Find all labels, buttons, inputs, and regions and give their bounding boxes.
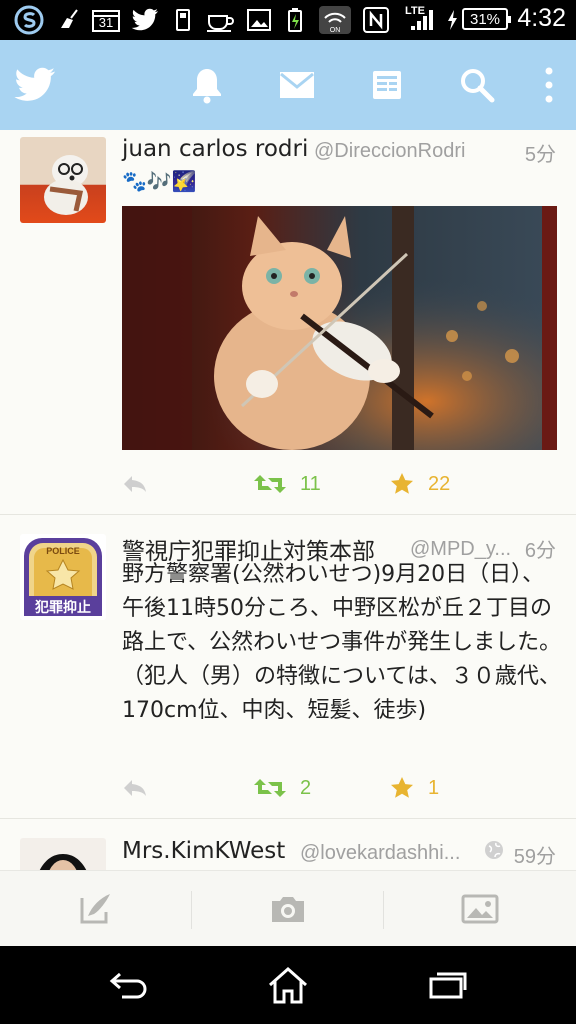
svg-text:ON: ON [330, 27, 341, 34]
compose-icon [80, 894, 110, 924]
s-app-icon [12, 5, 46, 35]
retweet-count: 2 [300, 776, 312, 799]
calendar-icon: 31 [90, 6, 122, 34]
badge-police-text: POLICE [46, 546, 80, 556]
back-button[interactable] [94, 960, 164, 1010]
tweet[interactable]: juan carlos rodri @DireccionRodri 5分 🐾🎶🌠 [0, 130, 576, 515]
home-button[interactable] [253, 960, 323, 1010]
gallery-notification-icon [246, 6, 272, 34]
twitter-bird-icon[interactable] [12, 62, 58, 108]
favorite-button[interactable]: 22 [390, 464, 450, 504]
charging-bolt-icon [444, 6, 460, 34]
camera-button[interactable] [258, 885, 318, 933]
favorite-count: 22 [428, 472, 451, 495]
clock: 4:32 [517, 4, 566, 32]
author-handle[interactable]: @lovekardashhi... [300, 842, 460, 865]
image-icon [461, 894, 499, 924]
retweet-icon [254, 475, 286, 493]
overflow-menu-icon[interactable] [526, 62, 572, 108]
cleaner-icon [56, 6, 82, 34]
recents-icon [429, 972, 467, 999]
retweet-count: 11 [300, 472, 321, 495]
app-bar [0, 40, 576, 130]
reply-icon [124, 476, 146, 492]
author-name[interactable]: Mrs.KimKWest [122, 838, 285, 864]
back-icon [109, 972, 147, 999]
system-nav-bar [0, 946, 576, 1024]
compose-tweet-button[interactable] [66, 885, 126, 933]
reply-button[interactable] [122, 464, 148, 504]
retweet-icon [254, 779, 286, 797]
twitter-notification-icon [130, 6, 160, 34]
tweet-time: 5分 [524, 144, 556, 166]
toolbar-divider [383, 891, 384, 929]
tweet-text: 野方警察署(公然わいせつ)9月20日（日）、午後11時50分ころ、中野区松が丘２… [122, 562, 562, 723]
toolbar-divider [191, 891, 192, 929]
search-icon[interactable] [454, 62, 500, 108]
tweet[interactable]: Mrs.KimKWest @lovekardashhi... 59分 [0, 818, 576, 870]
lists-icon[interactable] [364, 62, 410, 108]
calendar-day: 31 [98, 15, 114, 30]
reply-button[interactable] [122, 768, 148, 808]
tweet-actions: 11 22 [122, 464, 562, 504]
retweet-button[interactable]: 2 [254, 768, 311, 808]
avatar-police-badge[interactable]: POLICE 犯罪抑止 [20, 534, 106, 620]
compose-toolbar [0, 870, 576, 947]
tweet-photo-cat-violin[interactable] [122, 206, 557, 450]
camera-icon [272, 897, 304, 922]
avatar[interactable] [20, 137, 106, 223]
star-icon [391, 777, 413, 798]
globe-icon [484, 840, 504, 864]
retweet-button[interactable]: 11 [254, 464, 321, 504]
favorite-count: 1 [428, 776, 440, 799]
storage-icon [172, 6, 194, 34]
battery-level: 31% [462, 8, 511, 30]
tweet[interactable]: POLICE 犯罪抑止 警視庁犯罪抑止対策本部 @MPD_y... 6分 野方警… [0, 514, 576, 819]
wifi-on-icon: ON [318, 6, 352, 34]
gallery-button[interactable] [450, 885, 510, 933]
reply-icon [124, 780, 146, 796]
nfc-icon [362, 6, 390, 34]
mail-icon[interactable] [274, 62, 320, 108]
tweet-actions: 2 1 [122, 768, 562, 808]
tea-icon [204, 6, 236, 34]
favorite-button[interactable]: 1 [390, 768, 439, 808]
status-bar: 31 ON LTE 31% 4:32 [0, 0, 576, 40]
battery-charging-icon [284, 6, 306, 34]
signal-icon [408, 6, 436, 34]
tweet-time: 59分 [513, 846, 556, 868]
home-icon [269, 966, 307, 1004]
bell-icon[interactable] [184, 62, 230, 108]
recents-button[interactable] [413, 960, 483, 1010]
avatar[interactable] [20, 838, 106, 870]
author-name[interactable]: juan carlos rodri [122, 136, 308, 162]
badge-bottom-text: 犯罪抑止 [35, 600, 91, 616]
author-handle[interactable]: @DireccionRodri [314, 140, 465, 163]
tweet-text: 🐾🎶🌠 [122, 169, 197, 193]
timeline-feed[interactable]: juan carlos rodri @DireccionRodri 5分 🐾🎶🌠 [0, 130, 576, 870]
star-icon [391, 473, 413, 494]
